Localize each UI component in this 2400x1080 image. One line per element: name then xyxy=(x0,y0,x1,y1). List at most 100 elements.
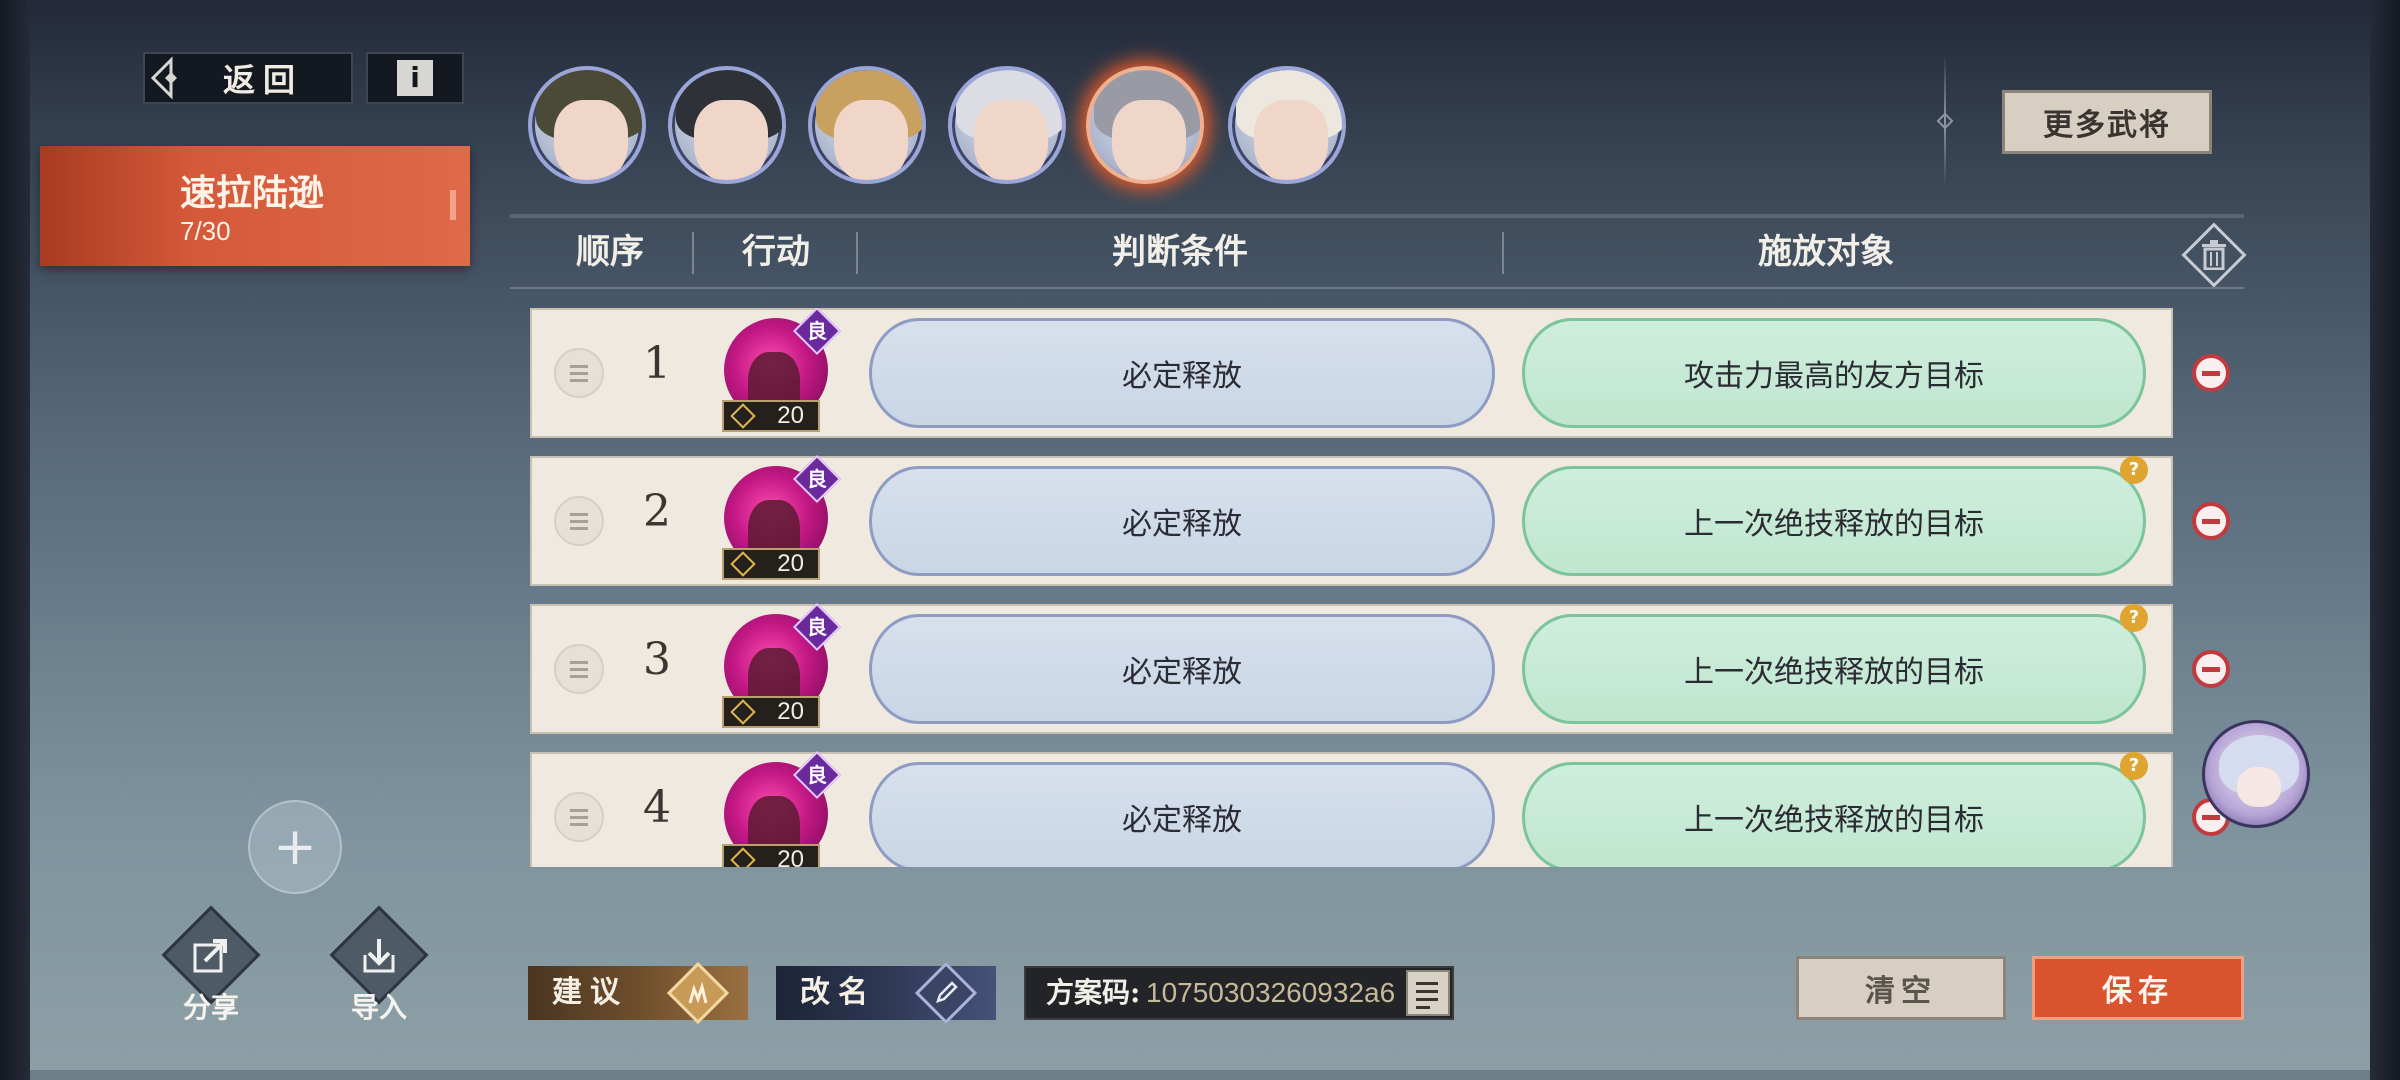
header-action: 行动 xyxy=(742,232,810,272)
target-selector[interactable]: 攻击力最高的友方目标 xyxy=(1522,318,2146,428)
skill-tag: 良 xyxy=(807,319,827,343)
plus-icon: + xyxy=(273,817,317,877)
drag-handle[interactable] xyxy=(554,348,604,398)
import-button[interactable]: 导入 xyxy=(324,905,434,1030)
left-frame xyxy=(0,0,30,1080)
plan-code-box: 方案码: 10750303260932a6 xyxy=(1024,966,1454,1020)
suggest-button[interactable]: 建议 xyxy=(528,961,748,1025)
header-order: 顺序 xyxy=(576,232,644,272)
plan-card[interactable]: 速拉陆逊 7/30 xyxy=(40,146,470,266)
skill-row: 1 良 20 必定释放 攻击力最高的友方目标 xyxy=(530,308,2173,438)
copy-code-button[interactable] xyxy=(1406,970,1450,1016)
table-header-top-line xyxy=(510,214,2244,218)
skill-cost: 20 xyxy=(722,548,820,580)
general-face xyxy=(834,100,908,180)
skill-row: 3 良 20 必定释放 上一次绝技释放的目标 ? xyxy=(530,602,2173,734)
share-button[interactable]: 分享 xyxy=(156,905,266,1030)
general-avatar[interactable] xyxy=(668,66,786,184)
general-avatar[interactable] xyxy=(528,66,646,184)
share-icon xyxy=(176,920,246,990)
skill-order-list[interactable]: 1 良 20 必定释放 攻击力最高的友方目标 2 良 20 必定释放 上一次绝技… xyxy=(530,308,2180,867)
save-button[interactable]: 保存 xyxy=(2032,956,2244,1020)
header-separator xyxy=(1502,232,1504,274)
skill-cost: 20 xyxy=(722,844,820,867)
skill-row: 2 良 20 必定释放 上一次绝技释放的目标 ? xyxy=(530,454,2173,586)
skill-cost-value: 20 xyxy=(777,550,804,577)
drag-handle[interactable] xyxy=(554,792,604,842)
skill-icon[interactable]: 良 20 xyxy=(720,308,842,432)
plan-name: 速拉陆逊 xyxy=(180,172,325,214)
divider-ornament xyxy=(1936,112,1954,130)
help-icon[interactable]: ? xyxy=(2120,456,2148,484)
add-plan-button[interactable]: + xyxy=(248,800,342,894)
trash-icon xyxy=(2185,226,2243,284)
skill-cost: 20 xyxy=(722,400,820,432)
companion-face xyxy=(2237,767,2281,807)
skill-cost-value: 20 xyxy=(777,698,804,725)
energy-icon xyxy=(730,551,756,577)
plan-grip xyxy=(450,190,456,220)
energy-icon xyxy=(730,847,756,867)
remove-row-icon[interactable] xyxy=(2192,354,2230,392)
right-frame xyxy=(2370,0,2400,1080)
condition-selector[interactable]: 必定释放 xyxy=(869,614,1495,724)
drag-handle[interactable] xyxy=(554,644,604,694)
condition-label: 必定释放 xyxy=(1122,359,1242,394)
clear-button[interactable]: 清空 xyxy=(1796,956,2006,1020)
header-separator xyxy=(856,232,858,274)
header-separator xyxy=(692,232,694,274)
general-avatar[interactable] xyxy=(1228,66,1346,184)
info-button[interactable]: i xyxy=(366,52,464,104)
back-button[interactable]: 返回 xyxy=(143,52,353,104)
header-condition: 判断条件 xyxy=(1112,232,1248,272)
target-label: 攻击力最高的友方目标 xyxy=(1684,359,1984,394)
target-selector[interactable]: 上一次绝技释放的目标 xyxy=(1522,466,2146,576)
general-avatar[interactable] xyxy=(808,66,926,184)
skill-icon[interactable]: 良 20 xyxy=(720,750,842,867)
skill-tag: 良 xyxy=(807,467,827,491)
skill-cost: 20 xyxy=(722,696,820,728)
companion-avatar[interactable] xyxy=(2202,720,2310,828)
rename-button[interactable]: 改名 xyxy=(776,961,996,1025)
info-icon: i xyxy=(397,60,433,96)
row-order: 3 xyxy=(643,634,671,685)
condition-selector[interactable]: 必定释放 xyxy=(869,318,1495,428)
help-icon[interactable]: ? xyxy=(2120,604,2148,632)
remove-row-icon[interactable] xyxy=(2192,650,2230,688)
skill-icon[interactable]: 良 20 xyxy=(720,454,842,580)
skill-cost-value: 20 xyxy=(777,846,804,867)
target-selector[interactable]: 上一次绝技释放的目标 xyxy=(1522,762,2146,867)
back-label: 返回 xyxy=(222,61,303,99)
more-generals-button[interactable]: 更多武将 xyxy=(2002,90,2212,154)
clear-rows-button[interactable] xyxy=(2181,222,2247,288)
import-icon xyxy=(344,920,414,990)
remove-row-icon[interactable] xyxy=(2192,502,2230,540)
condition-label: 必定释放 xyxy=(1122,803,1242,838)
general-face xyxy=(1254,100,1328,180)
general-face xyxy=(1112,100,1186,180)
skill-tag: 良 xyxy=(807,763,827,787)
condition-selector[interactable]: 必定释放 xyxy=(869,762,1495,867)
energy-icon xyxy=(730,699,756,725)
help-icon[interactable]: ? xyxy=(2120,752,2148,780)
energy-icon xyxy=(730,403,756,429)
pencil-icon xyxy=(924,971,968,1015)
skill-icon[interactable]: 良 20 xyxy=(720,602,842,728)
general-face xyxy=(974,100,1048,180)
row-order: 4 xyxy=(643,782,671,833)
drag-handle[interactable] xyxy=(554,496,604,546)
back-arrow-icon xyxy=(150,56,177,100)
condition-selector[interactable]: 必定释放 xyxy=(869,466,1495,576)
general-avatar[interactable] xyxy=(1086,66,1204,184)
plan-code-value: 10750303260932a6 xyxy=(1146,977,1396,1008)
target-label: 上一次绝技释放的目标 xyxy=(1684,655,1984,690)
target-label: 上一次绝技释放的目标 xyxy=(1684,803,1984,838)
condition-label: 必定释放 xyxy=(1122,655,1242,690)
skill-tag: 良 xyxy=(807,615,827,639)
general-face xyxy=(694,100,768,180)
general-avatar[interactable] xyxy=(948,66,1066,184)
target-label: 上一次绝技释放的目标 xyxy=(1684,507,1984,542)
target-selector[interactable]: 上一次绝技释放的目标 xyxy=(1522,614,2146,724)
plan-count: 7/30 xyxy=(180,216,231,246)
skill-cost-value: 20 xyxy=(777,402,804,429)
